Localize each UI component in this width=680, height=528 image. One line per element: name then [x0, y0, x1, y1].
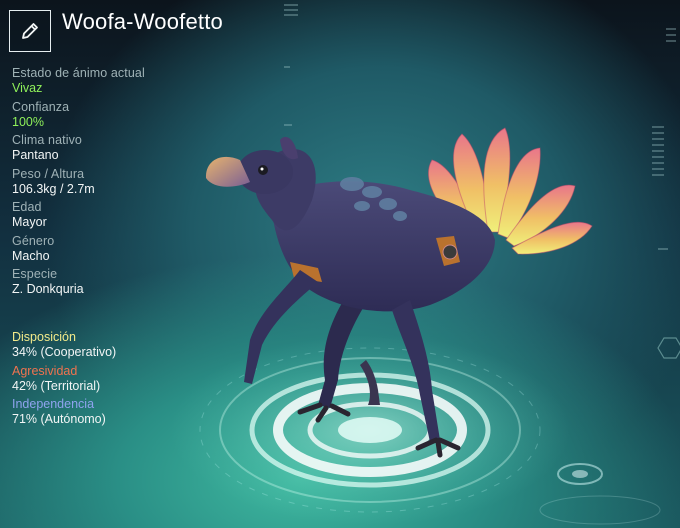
stat-label: Peso / Altura [12, 166, 85, 181]
stat-label: Clima nativo [12, 133, 82, 147]
stat-value: Z. Donkquria [12, 282, 84, 296]
hex-marker [657, 337, 680, 359]
stat-trust: Confianza 100% [12, 100, 202, 131]
trait-disposition: Disposición 34% (Cooperativo) [12, 330, 212, 361]
stat-value: 106.3kg / 2.7m [12, 181, 95, 196]
trait-value: 34% (Cooperativo) [12, 345, 117, 359]
stat-climate: Clima nativo Pantano [12, 133, 202, 164]
stats-panel: Estado de ánimo actual Vivaz Confianza 1… [12, 66, 202, 301]
stat-label: Género [12, 233, 55, 248]
pencil-icon [22, 23, 38, 39]
traits-panel: Disposición 34% (Cooperativo) Agresivida… [12, 330, 212, 431]
stat-mood: Estado de ánimo actual Vivaz [12, 66, 202, 97]
creature-name: Woofa-Woofetto [62, 9, 223, 34]
trait-label: Disposición [12, 330, 76, 344]
stat-label: Edad [12, 200, 42, 214]
trait-value: 71% (Autónomo) [12, 412, 106, 426]
stat-value: 100% [12, 114, 44, 129]
trait-aggression: Agresividad 42% (Territorial) [12, 364, 212, 395]
stat-value: Macho [12, 248, 50, 263]
stat-species: Especie Z. Donkquria [12, 267, 202, 298]
trait-independence: Independencia 71% (Autónomo) [12, 397, 212, 428]
stat-value: Mayor [12, 215, 47, 229]
stat-value: Vivaz [12, 81, 43, 95]
stat-value: Pantano [12, 148, 59, 162]
stat-label: Confianza [12, 99, 70, 114]
stat-age: Edad Mayor [12, 200, 202, 231]
trait-label: Agresividad [12, 363, 78, 378]
edit-name-button[interactable] [9, 10, 51, 52]
stat-gender: Género Macho [12, 234, 202, 265]
stat-label: Estado de ánimo actual [12, 66, 145, 80]
stat-weight-height: Peso / Altura 106.3kg / 2.7m [12, 167, 202, 198]
trait-value: 42% (Territorial) [12, 378, 101, 393]
stat-label: Especie [12, 267, 58, 281]
trait-label: Independencia [12, 397, 95, 411]
